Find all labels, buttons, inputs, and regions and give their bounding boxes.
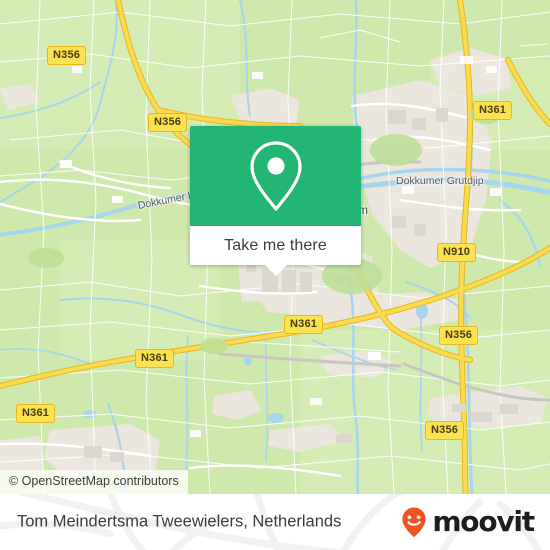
map-canvas[interactable]: N356 N356 N361 N910 N361 N356 N361 N361 … — [0, 0, 550, 494]
moovit-wordmark: moovit — [432, 505, 535, 538]
road-shield: N356 — [439, 326, 479, 345]
place-title: Tom Meindertsma Tweewielers, Netherlands — [17, 512, 342, 531]
popup-icon-area — [190, 126, 361, 226]
road-shield: N356 — [47, 46, 87, 65]
map-share-card: N356 N356 N361 N910 N361 N356 N361 N361 … — [0, 0, 550, 550]
popup-tail — [264, 265, 287, 276]
road-shield: N910 — [437, 243, 477, 262]
popup-cta-area[interactable]: Take me there — [190, 226, 361, 276]
road-shield: N361 — [135, 349, 175, 368]
moovit-brand[interactable]: moovit — [397, 505, 535, 539]
take-me-there-label: Take me there — [224, 236, 327, 254]
map-label-waterway: Dokkumer Grutdjip — [396, 175, 484, 187]
map-pin-icon — [249, 141, 302, 211]
road-shield: N361 — [473, 101, 513, 120]
moovit-pin-smiley-icon — [402, 507, 426, 537]
road-shield: N356 — [148, 113, 188, 132]
road-shield: N356 — [425, 421, 465, 440]
road-shield: N361 — [284, 315, 324, 334]
road-shield: N361 — [16, 404, 56, 423]
destination-popup[interactable]: Take me there — [190, 126, 361, 276]
footer-bar: Tom Meindertsma Tweewielers, Netherlands… — [0, 494, 550, 550]
map-attribution[interactable]: © OpenStreetMap contributors — [0, 470, 188, 494]
